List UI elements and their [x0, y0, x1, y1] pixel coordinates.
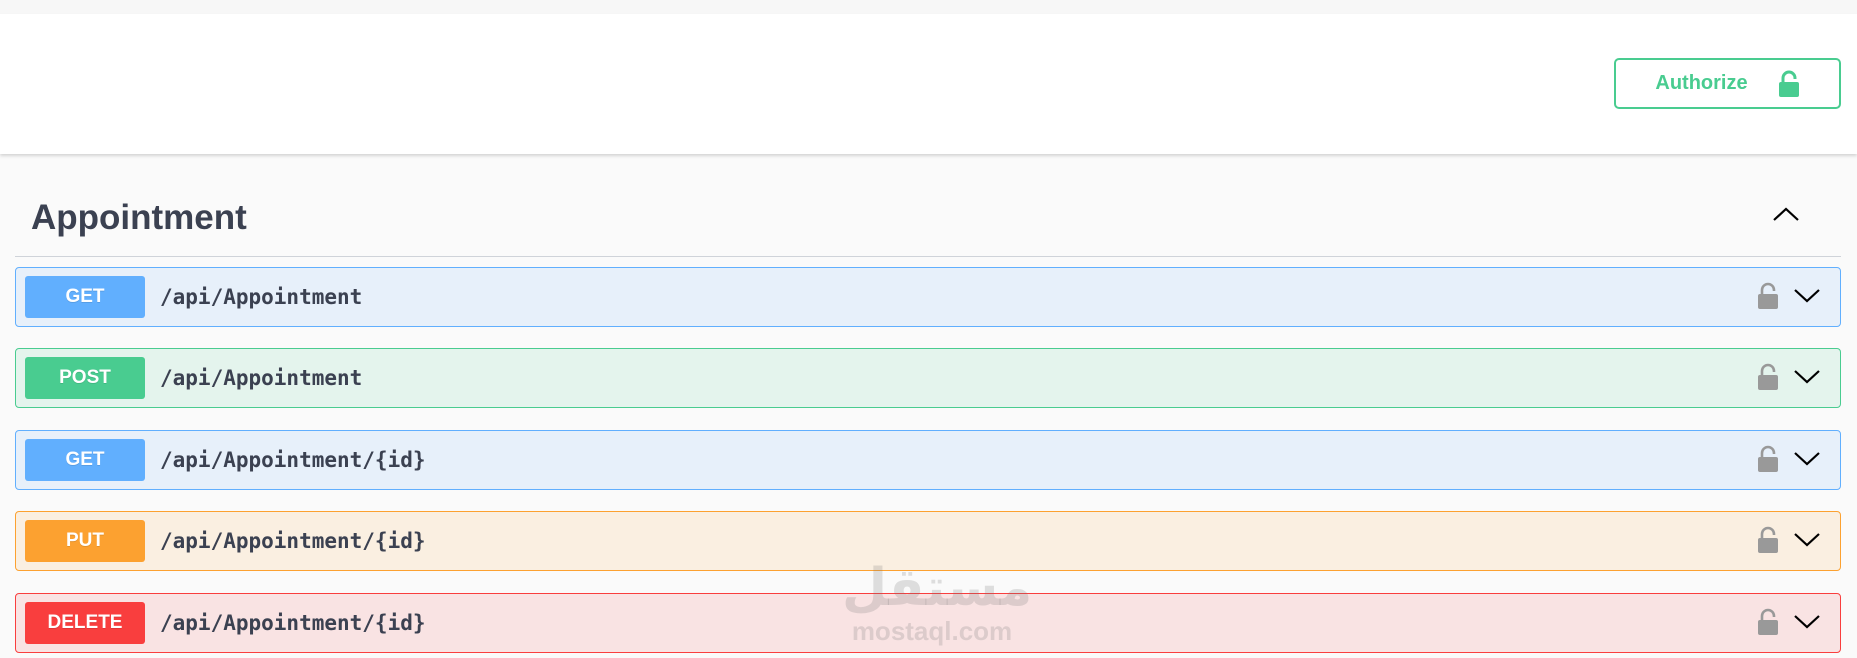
padlock-icon[interactable]: [1757, 363, 1779, 396]
method-badge: POST: [25, 357, 145, 399]
method-badge: GET: [25, 439, 145, 481]
operation-path: /api/Appointment/{id}: [160, 529, 426, 553]
chevron-down-icon[interactable]: [1792, 611, 1822, 636]
padlock-icon[interactable]: [1757, 526, 1779, 559]
operation-post-appointment[interactable]: POST /api/Appointment: [15, 348, 1841, 408]
chevron-down-icon[interactable]: [1792, 529, 1822, 554]
chevron-down-icon[interactable]: [1792, 285, 1822, 310]
top-strip: [0, 0, 1857, 14]
padlock-icon[interactable]: [1757, 608, 1779, 641]
method-badge: PUT: [25, 520, 145, 562]
scheme-container: Authorize: [0, 14, 1857, 154]
operation-path: /api/Appointment/{id}: [160, 448, 426, 472]
section-title: Appointment: [31, 198, 247, 237]
watermark: مستقل mostaql.com: [842, 558, 1033, 646]
watermark-logo: مستقل: [842, 558, 1033, 618]
operation-path: /api/Appointment/{id}: [160, 611, 426, 635]
padlock-icon[interactable]: [1757, 282, 1779, 315]
method-badge: GET: [25, 276, 145, 318]
watermark-site: mostaql.com: [851, 616, 1013, 646]
chevron-down-icon[interactable]: [1792, 366, 1822, 391]
authorize-button[interactable]: Authorize: [1614, 58, 1841, 109]
operation-get-appointment-by-id[interactable]: GET /api/Appointment/{id}: [15, 430, 1841, 490]
operation-get-appointment[interactable]: GET /api/Appointment: [15, 267, 1841, 327]
padlock-icon[interactable]: [1757, 445, 1779, 478]
operation-path: /api/Appointment: [160, 366, 363, 390]
chevron-up-icon[interactable]: [1771, 204, 1801, 229]
section-header[interactable]: Appointment: [15, 190, 1841, 257]
operation-path: /api/Appointment: [160, 285, 363, 309]
chevron-down-icon[interactable]: [1792, 448, 1822, 473]
appointment-section: Appointment: [15, 190, 1841, 257]
authorize-label: Authorize: [1655, 72, 1748, 94]
unlocked-padlock-icon: [1778, 70, 1800, 98]
method-badge: DELETE: [25, 602, 145, 644]
